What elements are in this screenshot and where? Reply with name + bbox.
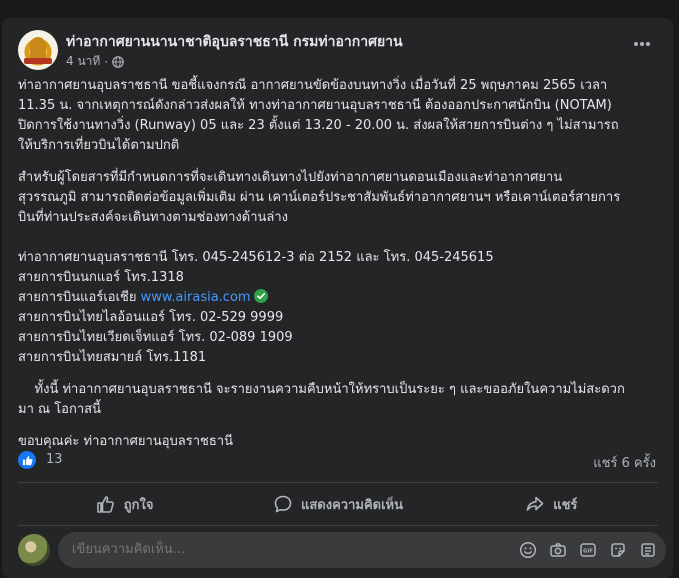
contact-nokair: สายการบินนกแอร์ โทร.1318 xyxy=(18,270,184,285)
emblem-base xyxy=(24,58,52,64)
paragraph-line: สุวรรณภูมิ สามารถติดต่อข้อมูลเพิ่มเติม ผ… xyxy=(18,190,621,205)
more-icon[interactable] xyxy=(638,540,658,560)
divider xyxy=(18,482,658,483)
page-avatar[interactable] xyxy=(18,30,58,70)
post-meta: 4 นาที · xyxy=(66,52,124,71)
globe-icon[interactable] xyxy=(112,55,124,68)
svg-text:GIF: GIF xyxy=(583,549,593,555)
share-label: แชร์ xyxy=(553,497,578,513)
share-button[interactable]: แชร์ xyxy=(445,484,658,524)
paragraph-line: ท่าอากาศยานอุบลราชธานี ขอชี้แจงกรณี อากา… xyxy=(18,78,608,93)
more-options-button[interactable] xyxy=(630,32,654,56)
post-text: ท่าอากาศยานอุบลราชธานี ขอชี้แจงกรณี อากา… xyxy=(18,76,658,452)
contact-vietjet: สายการบินไทยเวียดเจ็ทแอร์ โทร. 02-089 19… xyxy=(18,330,293,345)
sticker-icon[interactable] xyxy=(608,540,628,560)
post-actions: ถูกใจ แสดงความคิดเห็น แชร์ xyxy=(18,484,658,524)
paragraph-line: มา ณ โอกาสนี้ xyxy=(18,402,101,417)
gif-icon[interactable]: GIF xyxy=(578,540,598,560)
emblem-icon xyxy=(30,37,46,59)
like-label: ถูกใจ xyxy=(123,497,154,513)
thumbs-up-icon xyxy=(22,455,33,465)
meta-separator: · xyxy=(104,54,109,69)
airasia-link[interactable]: www.airasia.com xyxy=(141,290,251,305)
share-icon xyxy=(526,496,544,511)
user-avatar[interactable] xyxy=(18,534,50,566)
comment-box[interactable]: GIF xyxy=(58,532,666,568)
closing-line: ขอบคุณค่ะ ท่าอากาศยานอุบลราชธานี xyxy=(18,434,233,449)
paragraph-line: สำหรับผู้โดยสารที่มีกำหนดการที่จะเดินทาง… xyxy=(18,170,563,185)
smiley-icon[interactable] xyxy=(518,540,538,560)
more-horizontal-icon xyxy=(634,42,650,46)
contact-airasia: สายการบินแอร์เอเชีย www.airasia.com xyxy=(18,288,658,308)
comment-composer: GIF xyxy=(18,532,666,568)
paragraph-line: ปิดการใช้งานทางวิ่ง (Runway) 05 และ 23 ต… xyxy=(18,118,619,133)
like-count[interactable]: 13 xyxy=(46,452,63,467)
paragraph-line: บินที่ท่านประสงค์จะเดินทางตามช่องทางด้าน… xyxy=(18,210,288,225)
comment-input[interactable] xyxy=(70,541,514,558)
contact-smile: สายการบินไทยสมายล์ โทร.1181 xyxy=(18,350,207,365)
paragraph-line: ให้บริการเที่ยวบินได้ตามปกติ xyxy=(18,138,180,153)
like-reaction-icon[interactable] xyxy=(18,451,36,469)
contact-thailion: สายการบินไทยไลอ้อนแอร์ โทร. 02-529 9999 xyxy=(18,310,284,325)
paragraph-line: 11.35 น. จากเหตุการณ์ดังกล่าวส่งผลให้ ทา… xyxy=(18,98,612,113)
divider xyxy=(18,525,658,526)
like-button[interactable]: ถูกใจ xyxy=(18,484,231,524)
verified-check-icon xyxy=(253,289,268,303)
post-stats: 13 แชร์ 6 ครั้ง xyxy=(18,450,658,472)
post-time[interactable]: 4 นาที xyxy=(66,52,100,71)
share-count[interactable]: แชร์ 6 ครั้ง xyxy=(593,452,656,473)
camera-icon[interactable] xyxy=(548,540,568,560)
comment-icon xyxy=(274,495,292,513)
thumbs-up-icon xyxy=(96,496,114,513)
contact-airasia-label: สายการบินแอร์เอเชีย xyxy=(18,290,141,305)
post-header: ท่าอากาศยานนานาชาติอุบลราชธานี กรมท่าอาก… xyxy=(18,30,658,70)
comment-label: แสดงความคิดเห็น xyxy=(300,497,403,513)
comment-button[interactable]: แสดงความคิดเห็น xyxy=(231,484,444,524)
paragraph-line: ทั้งนี้ ท่าอากาศยานอุบลราชธานี จะรายงานค… xyxy=(18,382,625,397)
comment-tools: GIF xyxy=(518,540,658,560)
page-name[interactable]: ท่าอากาศยานนานาชาติอุบลราชธานี กรมท่าอาก… xyxy=(66,31,403,53)
contact-airport: ท่าอากาศยานอุบลราชธานี โทร. 045-245612-3… xyxy=(18,250,494,265)
post-card: ท่าอากาศยานนานาชาติอุบลราชธานี กรมท่าอาก… xyxy=(2,18,673,578)
